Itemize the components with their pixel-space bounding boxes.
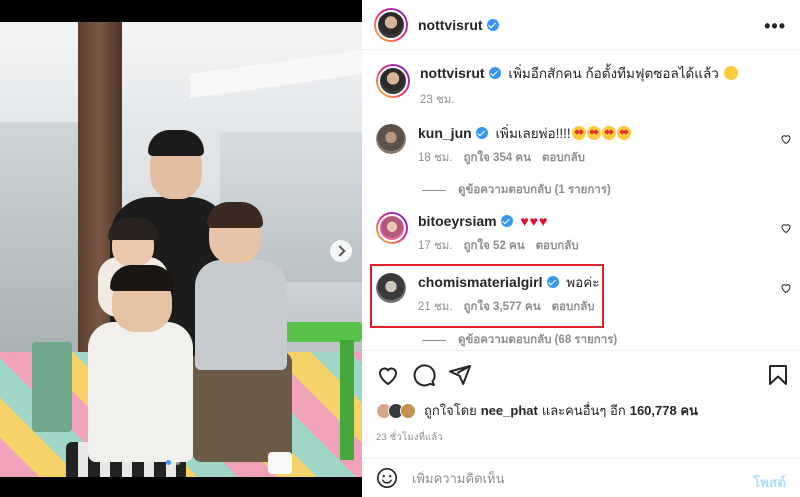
reply-button[interactable]: ตอบกลับ [542, 149, 585, 167]
comment-username[interactable]: kun_jun [418, 125, 472, 141]
star-struck-emoji-icon [601, 126, 616, 140]
verified-icon [546, 276, 559, 288]
photo-boy2 [195, 260, 287, 370]
comment-composer: โพสต์ [362, 458, 800, 497]
photo-glass [0, 122, 80, 362]
post-caption: nottvisrut เพิ่มอีกสักคน ก้อตั้งทีมฟุตซอ… [376, 64, 738, 109]
carousel-dot [175, 460, 180, 465]
comment-avatar-image [376, 273, 406, 303]
comment-likes[interactable]: ถูกใจ 3,577 คน [464, 298, 541, 316]
comment-like-heart-icon[interactable] [780, 222, 792, 234]
reply-button[interactable]: ตอบกลับ [552, 298, 595, 316]
reply-button[interactable]: ตอบกลับ [536, 237, 579, 255]
emoji-icon[interactable] [376, 467, 398, 489]
carousel-dot [166, 460, 171, 465]
photo-boy2-hair [207, 202, 263, 228]
photo-adult-hair [148, 130, 204, 156]
red-heart-emoji-icon: ♥ [520, 213, 529, 229]
view-replies-text[interactable]: ดูข้อความตอบกลับ (68 รายการ) [458, 331, 617, 349]
comment-avatar-image [376, 124, 406, 154]
comment-text: พอค่ะ [566, 275, 600, 290]
liker-avatars[interactable] [376, 402, 416, 419]
red-heart-emoji-icon: ♥ [538, 213, 548, 229]
verified-icon [488, 67, 501, 79]
red-heart-emoji-icon: ♥ [529, 213, 538, 229]
caption-text: เพิ่มอีกสักคน ก้อตั้งทีมฟุตซอลได้แล้ว [508, 66, 719, 81]
replies-divider [422, 189, 446, 191]
heart-icon[interactable] [376, 363, 400, 387]
verified-icon [486, 18, 499, 31]
comment-item: bitoeyrsiam ♥♥♥ 17 ชม. ถูกใจ 52 คน ตอบกล… [376, 212, 579, 255]
liker-avatar [400, 402, 416, 419]
verified-icon [500, 215, 513, 227]
photo-boy1-hair [110, 265, 174, 291]
bookmark-icon[interactable] [766, 363, 790, 387]
post-side-panel: nottvisrut ••• nottvisrut เพิ่มอีกสักคน … [362, 0, 800, 497]
caption-avatar-image [378, 66, 408, 96]
more-icon[interactable]: ••• [764, 16, 786, 37]
comment-item: chomismaterialgirl พอค่ะ 21 ชม. ถูกใจ 3,… [376, 273, 600, 316]
caption-time[interactable]: 23 ชม. [420, 91, 455, 109]
comment-input[interactable] [412, 470, 732, 486]
likes-count[interactable]: 160,778 คน [630, 400, 698, 421]
comment-time[interactable]: 17 ชม. [418, 237, 453, 255]
comment-avatar[interactable] [376, 124, 406, 154]
author-avatar[interactable] [374, 7, 408, 42]
likes-prefix: ถูกใจโดย [424, 403, 477, 418]
caption-username[interactable]: nottvisrut [420, 65, 485, 81]
comment-likes[interactable]: ถูกใจ 354 คน [464, 149, 531, 167]
author-avatar-image [376, 9, 406, 40]
comment-avatar[interactable] [376, 273, 406, 303]
comment-avatar-image [378, 214, 406, 242]
comment-likes[interactable]: ถูกใจ 52 คน [464, 237, 525, 255]
comment-icon[interactable] [412, 363, 436, 387]
comment-username[interactable]: chomismaterialgirl [418, 274, 543, 290]
star-struck-emoji-icon [586, 126, 601, 140]
liker-username[interactable]: nee_phat [481, 403, 538, 418]
view-replies-text[interactable]: ดูข้อความตอบกลับ (1 รายการ) [458, 181, 611, 199]
next-arrow-icon[interactable] [330, 240, 352, 262]
photo-sock [268, 452, 292, 474]
comment-like-heart-icon[interactable] [780, 282, 792, 294]
photo-girl-hair [108, 218, 158, 240]
view-replies-link[interactable]: ดูข้อความตอบกลับ (68 รายการ) [422, 331, 617, 349]
photo-boy1 [88, 322, 193, 462]
post-comment-button[interactable]: โพสต์ [753, 471, 786, 493]
likes-summary: ถูกใจโดย nee_phat และคนอื่นๆ อีก 160,778… [376, 400, 702, 421]
post-time-ago[interactable]: 23 ชั่วโมงที่แล้ว [376, 430, 443, 445]
author-username[interactable]: nottvisrut [418, 17, 483, 33]
photo-table-leg [340, 340, 354, 460]
comment-time[interactable]: 18 ชม. [418, 149, 453, 167]
star-struck-emoji-icon [571, 126, 586, 140]
verified-icon [475, 127, 488, 139]
likes-middle: และคนอื่นๆ อีก [541, 403, 626, 418]
share-icon[interactable] [448, 363, 472, 387]
action-bar [362, 350, 800, 400]
post-header: nottvisrut ••• [362, 0, 800, 50]
replies-divider [422, 339, 446, 341]
comment-avatar[interactable] [376, 212, 408, 244]
comment-username[interactable]: bitoeyrsiam [418, 213, 497, 229]
carousel-dots [166, 460, 180, 465]
view-replies-link[interactable]: ดูข้อความตอบกลับ (1 รายการ) [422, 181, 611, 199]
photo-table [285, 322, 362, 342]
comment-like-heart-icon[interactable] [780, 133, 792, 145]
photo-chair [32, 342, 72, 432]
comment-item: kun_jun เพิ่มเลยพ่อ!!!! 18 ชม. ถูกใจ 354… [376, 124, 631, 167]
hugging-emoji-icon [723, 66, 738, 80]
caption-avatar[interactable] [376, 64, 410, 98]
post-photo[interactable] [0, 22, 362, 477]
comment-time[interactable]: 21 ชม. [418, 298, 453, 316]
post-photo-pane [0, 0, 362, 497]
star-struck-emoji-icon [616, 126, 631, 140]
comment-text: เพิ่มเลยพ่อ!!!! [495, 126, 571, 141]
